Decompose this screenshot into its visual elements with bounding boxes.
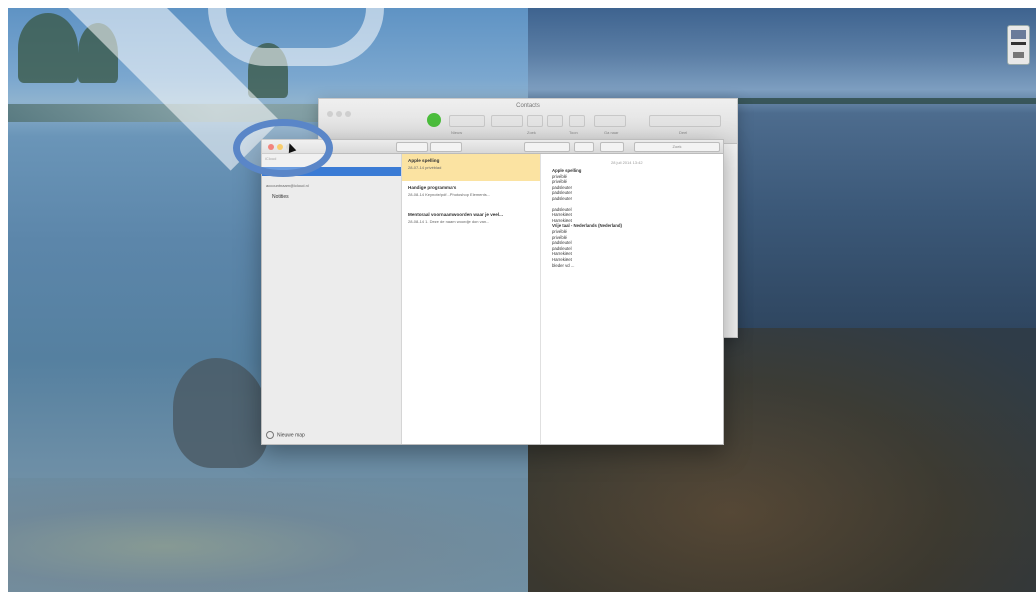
- widget-screen: [1011, 30, 1026, 39]
- contacts-tool-button[interactable]: [547, 115, 563, 127]
- toolbar-label: Zoek: [527, 130, 536, 135]
- notes-sidebar: iCloud accountnaam@icloud.nl Notities Ni…: [262, 154, 402, 444]
- contacts-app-icon[interactable]: [427, 113, 441, 127]
- share-buttons[interactable]: [524, 142, 570, 152]
- checklist-button[interactable]: [600, 142, 624, 152]
- list-item[interactable]: Mentoraal voornaamwoorden waar je veel..…: [402, 208, 540, 235]
- overlay-widget-icon[interactable]: [1007, 25, 1030, 65]
- note-title: Mentoraal voornaamwoorden waar je veel..…: [408, 212, 503, 217]
- note-title: Handige programma's: [408, 185, 457, 190]
- sidebar-account-label: accountnaam@icloud.nl: [266, 183, 309, 188]
- note-subtitle: 28-08-14 1. Deze de naam woordje don van…: [408, 219, 490, 224]
- widget-base: [1013, 52, 1024, 58]
- notes-window[interactable]: Zoek iCloud accountnaam@icloud.nl Notiti…: [261, 139, 724, 445]
- highlight-circle: [233, 119, 333, 177]
- rock: [173, 358, 268, 468]
- plus-icon: [266, 431, 274, 439]
- toolbar-label: Nieuw: [451, 130, 463, 135]
- new-folder-label: Nieuwe map: [277, 432, 305, 439]
- contacts-tool-button[interactable]: [569, 115, 585, 127]
- contacts-tool-button[interactable]: [491, 115, 523, 127]
- new-note-button[interactable]: [574, 142, 594, 152]
- sidebar-item-notities[interactable]: Notities: [272, 194, 289, 200]
- search-input[interactable]: Zoek: [634, 142, 720, 152]
- notes-list: Apple spelling 28-07-14 privéblad Handig…: [402, 154, 541, 444]
- contacts-tool-button[interactable]: [594, 115, 626, 127]
- note-date: 28 juli 2014 13:42: [611, 160, 643, 165]
- contacts-view-buttons[interactable]: [449, 115, 485, 127]
- format-buttons[interactable]: [430, 142, 462, 152]
- new-folder-button[interactable]: Nieuwe map: [266, 431, 305, 439]
- contacts-toolbar: Contacts Nieuw Zoek Toon Ga naar Deel: [319, 99, 737, 144]
- contacts-search-field[interactable]: [649, 115, 721, 127]
- note-line: bleder vd ...: [552, 262, 575, 268]
- note-body[interactable]: Apple spelling privéblé privéblé padsleu…: [552, 168, 622, 268]
- widget-bar: [1011, 42, 1026, 45]
- contacts-window-title: Contacts: [516, 103, 540, 109]
- list-item[interactable]: Apple spelling 28-07-14 privéblad: [402, 154, 540, 181]
- note-subtitle: 28-08-14 Keynote/pdf...Photoshop Element…: [408, 192, 491, 197]
- list-item[interactable]: Handige programma's 28-08-14 Keynote/pdf…: [402, 181, 540, 208]
- note-editor[interactable]: 28 juli 2014 13:42 Apple spelling privéb…: [541, 154, 723, 444]
- toolbar-label: Ga naar: [604, 130, 619, 135]
- seabed: [8, 478, 528, 592]
- contacts-tool-button[interactable]: [527, 115, 543, 127]
- note-title: Apple spelling: [408, 158, 440, 163]
- toolbar-label: Deel: [679, 130, 688, 135]
- view-toggle-buttons[interactable]: [396, 142, 428, 152]
- note-subtitle: 28-07-14 privéblad: [408, 165, 442, 170]
- watermark-arc: [208, 8, 384, 66]
- toolbar-label: Toon: [569, 130, 578, 135]
